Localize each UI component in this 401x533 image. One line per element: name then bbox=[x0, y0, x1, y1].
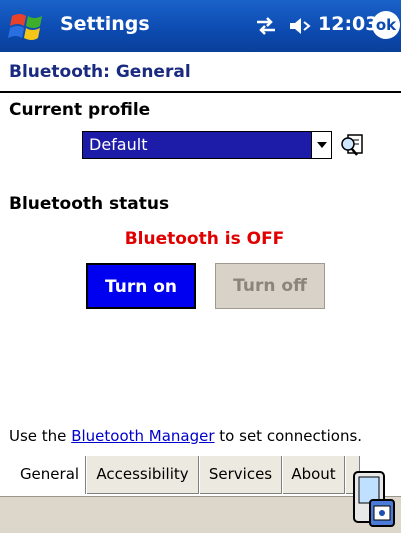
clock[interactable]: 12:03 bbox=[318, 13, 378, 35]
app-title: Settings bbox=[60, 13, 150, 35]
chevron-down-icon[interactable] bbox=[311, 132, 331, 158]
tab-bar: General Accessibility Services About bbox=[0, 456, 401, 496]
bluetooth-manager-link[interactable]: Bluetooth Manager bbox=[71, 427, 214, 445]
turn-off-button[interactable]: Turn off bbox=[215, 263, 325, 309]
windows-start-icon[interactable] bbox=[8, 8, 48, 44]
connectivity-icon[interactable] bbox=[254, 15, 278, 37]
volume-icon[interactable] bbox=[288, 15, 314, 37]
ok-button[interactable]: ok bbox=[372, 11, 400, 39]
tab-services[interactable]: Services bbox=[200, 456, 282, 494]
bluetooth-status-text: Bluetooth is OFF bbox=[124, 229, 285, 249]
footer-text: Use the Bluetooth Manager to set connect… bbox=[9, 427, 362, 445]
current-profile-label: Current profile bbox=[9, 100, 151, 120]
tab-general[interactable]: General bbox=[14, 456, 86, 494]
input-panel-icon[interactable] bbox=[352, 470, 396, 530]
tab-accessibility[interactable]: Accessibility bbox=[87, 456, 199, 494]
profile-select[interactable]: Default bbox=[82, 131, 332, 159]
tab-about[interactable]: About bbox=[283, 456, 345, 494]
menu-bar bbox=[0, 496, 401, 533]
profile-edit-icon[interactable] bbox=[340, 131, 366, 159]
title-bar: Settings 12:03 ok bbox=[0, 0, 401, 52]
page-title: Bluetooth: General bbox=[9, 62, 191, 82]
footer-suffix: to set connections. bbox=[214, 427, 363, 445]
header-divider bbox=[0, 91, 401, 93]
profile-select-value: Default bbox=[89, 135, 148, 154]
footer-prefix: Use the bbox=[9, 427, 72, 445]
bluetooth-status-label: Bluetooth status bbox=[9, 194, 170, 214]
turn-on-button[interactable]: Turn on bbox=[86, 263, 196, 309]
